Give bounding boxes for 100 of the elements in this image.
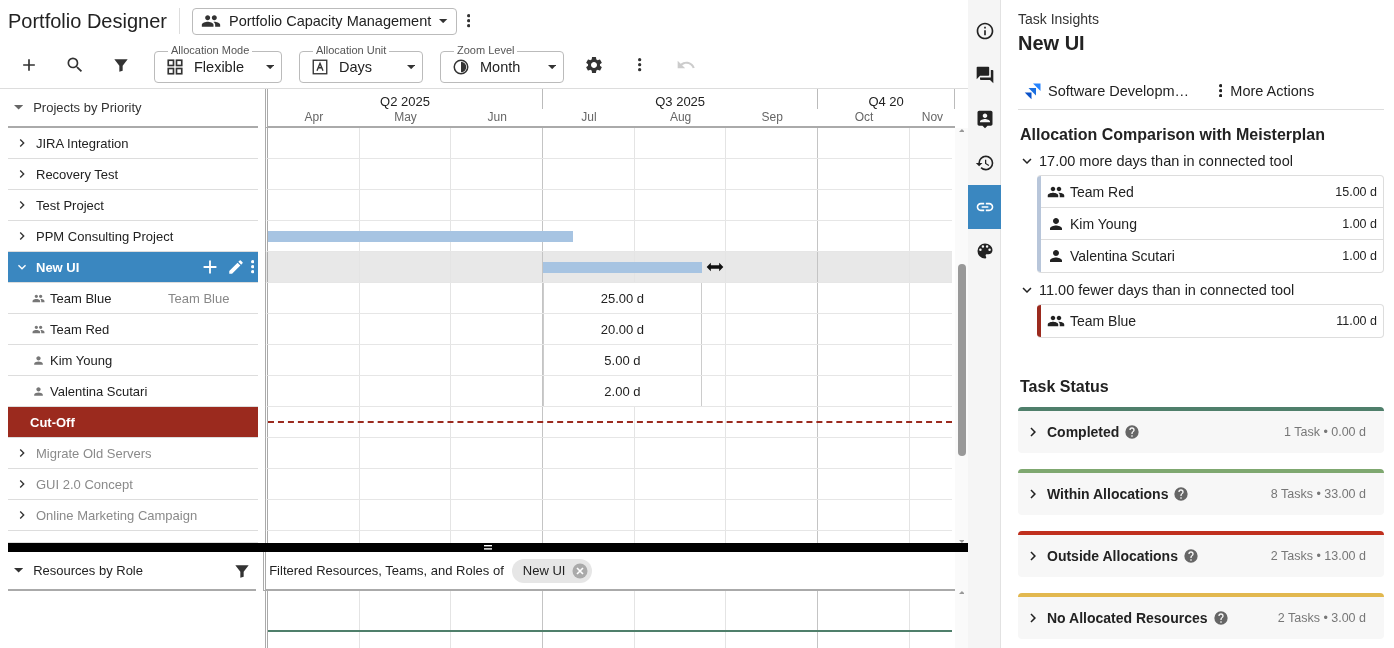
search-icon xyxy=(65,55,85,75)
status-card[interactable]: Within Allocations 8 Tasks • 33.00 d xyxy=(1018,469,1384,515)
project-name: New UI xyxy=(36,259,80,275)
filter-chip[interactable]: New UI xyxy=(511,558,593,583)
collapse-icon[interactable] xyxy=(14,568,24,573)
view-selector[interactable]: Portfolio Capacity Management xyxy=(191,7,457,35)
scrollbar[interactable] xyxy=(955,552,968,648)
scrollbar[interactable] xyxy=(955,128,968,543)
field-label: Allocation Unit xyxy=(313,44,390,56)
dropdown-field[interactable]: Allocation Mode Flexible xyxy=(154,43,282,83)
resource-name: Kim Young xyxy=(1070,215,1137,232)
info-icon xyxy=(974,21,995,41)
project-name: Online Marketing Campaign xyxy=(36,507,198,523)
caret-icon xyxy=(547,64,556,70)
group-toggle[interactable]: 17.00 more days than in connected tool xyxy=(1018,150,1384,172)
project-row[interactable]: Migrate Old Servers xyxy=(8,438,258,469)
more-actions-button[interactable]: More Actions xyxy=(1219,82,1315,99)
status-label: Completed xyxy=(1047,424,1120,440)
status-label: No Allocated Resources xyxy=(1047,610,1208,626)
panel-title: Task Insights xyxy=(1018,11,1100,27)
resource-name: Team Red xyxy=(1070,183,1134,200)
scroll-up-icon xyxy=(958,129,965,132)
status-summary: 1 Task • 0.00 d xyxy=(1284,425,1366,439)
project-row[interactable]: Recovery Test xyxy=(8,159,258,190)
group-toggle[interactable]: 11.00 fewer days than in connected tool xyxy=(1018,279,1384,301)
help-icon[interactable] xyxy=(1173,486,1190,502)
resource-name: Valentina Scutari xyxy=(50,383,148,399)
month-label: Jun xyxy=(487,110,507,124)
resource-team: Team Blue xyxy=(168,290,230,306)
month-label: Sep xyxy=(761,110,783,124)
person-icon xyxy=(1047,247,1065,265)
help-icon[interactable] xyxy=(1124,424,1141,440)
days-value: 1.00 d xyxy=(1342,216,1377,231)
scroll-up-icon xyxy=(958,591,965,594)
person-icon xyxy=(32,353,45,367)
section-title: Resources by Role xyxy=(33,563,143,578)
caret-icon xyxy=(265,64,274,70)
status-summary: 2 Tasks • 13.00 d xyxy=(1270,549,1366,563)
help-icon[interactable] xyxy=(1212,610,1229,626)
month-label: Aug xyxy=(669,110,692,124)
more-icon[interactable] xyxy=(466,14,470,28)
resource-name: Team Red xyxy=(50,321,110,337)
edit-icon[interactable] xyxy=(226,258,245,276)
quarter-label: Q4 20 xyxy=(868,94,904,109)
status-card[interactable]: Completed 1 Task • 0.00 d xyxy=(1018,407,1384,453)
allocation-cell[interactable]: 2.00 d xyxy=(543,376,702,406)
project-row[interactable]: Test Project xyxy=(8,190,258,221)
chat-icon xyxy=(974,65,995,85)
status-summary: 2 Tasks • 3.00 d xyxy=(1277,611,1366,625)
caret-icon xyxy=(439,18,448,24)
quarter-label: Q3 2025 xyxy=(655,94,706,109)
section-title: Allocation Comparison with Meisterplan xyxy=(1020,126,1326,144)
status-card[interactable]: No Allocated Resources 2 Tasks • 3.00 d xyxy=(1018,593,1384,639)
history-icon xyxy=(974,153,995,173)
resource-name: Valentina Scutari xyxy=(1070,248,1175,264)
project-row[interactable]: JIRA Integration xyxy=(8,128,258,159)
allocation-cell[interactable]: 25.00 d xyxy=(543,283,702,313)
project-name: JIRA Integration xyxy=(36,135,129,151)
text-format-icon xyxy=(311,58,329,76)
field-label: Allocation Mode xyxy=(168,44,253,56)
dropdown-field[interactable]: Zoom Level Month xyxy=(440,43,564,83)
days-value: 15.00 d xyxy=(1335,184,1377,199)
days-value: 1.00 d xyxy=(1342,249,1377,263)
quarter-label: Q2 2025 xyxy=(380,94,430,109)
project-name: Recovery Test xyxy=(36,166,119,182)
person-icon xyxy=(32,384,45,398)
contrast-icon xyxy=(452,58,470,76)
month-label: Oct xyxy=(854,110,874,124)
month-label: Nov xyxy=(921,110,944,124)
dropdown-field[interactable]: Allocation Unit Days xyxy=(299,43,423,83)
month-label: Apr xyxy=(304,110,324,124)
app-logo-icon xyxy=(1024,81,1042,100)
allocation-cell[interactable]: 5.00 d xyxy=(543,345,702,375)
grid-icon xyxy=(166,58,184,76)
project-row[interactable]: Online Marketing Campaign xyxy=(8,500,258,531)
section-title: Task Status xyxy=(1020,378,1110,396)
caret-icon xyxy=(406,64,415,70)
allocation-cell[interactable]: 20.00 d xyxy=(543,314,702,344)
app-title: Portfolio Designer xyxy=(8,9,167,33)
status-label: Outside Allocations xyxy=(1047,548,1178,564)
grip-icon xyxy=(484,545,492,550)
task-name: New UI xyxy=(1018,32,1086,55)
project-name: Migrate Old Servers xyxy=(36,445,152,461)
status-summary: 8 Tasks • 33.00 d xyxy=(1270,487,1366,501)
more-icon xyxy=(1219,83,1223,98)
more-icon xyxy=(638,58,642,72)
project-name: PPM Consulting Project xyxy=(36,228,174,244)
resource-name: Team Blue xyxy=(50,290,112,306)
collapse-icon[interactable] xyxy=(14,105,24,110)
project-link[interactable]: Software Developm… xyxy=(1018,81,1190,100)
project-row[interactable]: GUI 2.0 Concept xyxy=(8,469,258,500)
project-name: Test Project xyxy=(36,197,104,213)
project-row[interactable]: New UI xyxy=(8,252,258,283)
month-label: May xyxy=(394,110,417,124)
section-title: Projects by Priority xyxy=(33,100,142,115)
status-card[interactable]: Outside Allocations 2 Tasks • 13.00 d xyxy=(1018,531,1384,577)
filter-description: Filtered Resources, Teams, and Roles of xyxy=(269,563,504,578)
help-icon[interactable] xyxy=(1182,548,1199,564)
splitter-handle[interactable] xyxy=(8,543,968,552)
resource-name: Team Blue xyxy=(1070,313,1137,329)
